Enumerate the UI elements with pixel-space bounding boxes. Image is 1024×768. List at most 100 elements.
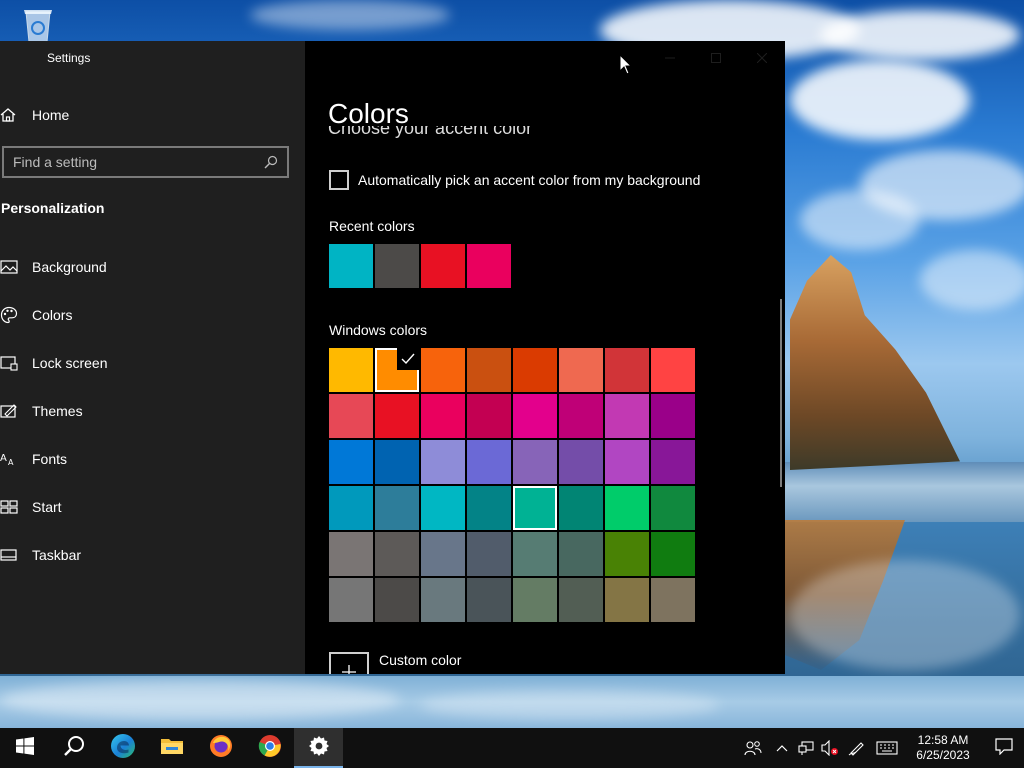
windows-color-swatch[interactable] <box>513 348 557 392</box>
sidebar-item-lock-screen[interactable]: Lock screen <box>0 349 300 377</box>
home-label: Home <box>32 107 70 123</box>
scrollbar[interactable] <box>780 299 782 487</box>
windows-color-swatch[interactable] <box>421 578 465 622</box>
maximize-button[interactable] <box>693 41 739 75</box>
sidebar-item-fonts[interactable]: AA Fonts <box>0 445 300 473</box>
recent-colors-label: Recent colors <box>329 218 415 234</box>
custom-color-button[interactable]: Custom color <box>329 650 461 674</box>
keyboard-icon[interactable] <box>872 728 902 768</box>
windows-color-swatch[interactable] <box>651 578 695 622</box>
folder-icon <box>160 736 184 761</box>
windows-color-swatch[interactable] <box>375 440 419 484</box>
taskbar-icon <box>0 545 24 565</box>
windows-color-swatch[interactable] <box>651 348 695 392</box>
taskbar-firefox-button[interactable] <box>196 728 245 768</box>
search-icon <box>63 735 85 762</box>
windows-color-swatch[interactable] <box>651 532 695 576</box>
windows-color-swatch[interactable] <box>559 578 603 622</box>
windows-color-swatch-selected[interactable] <box>375 348 419 392</box>
system-tray: 12:58 AM 6/25/2023 <box>736 728 1024 768</box>
sidebar-item-start[interactable]: Start <box>0 493 300 521</box>
windows-color-swatch[interactable] <box>467 486 511 530</box>
windows-color-swatch[interactable] <box>651 440 695 484</box>
taskbar-settings-button[interactable] <box>294 728 343 768</box>
windows-color-swatch[interactable] <box>375 394 419 438</box>
action-center-button[interactable] <box>984 728 1024 768</box>
windows-color-swatch[interactable] <box>605 578 649 622</box>
windows-color-swatch[interactable] <box>559 394 603 438</box>
pen-icon[interactable] <box>842 728 872 768</box>
accent-color-heading-text: Choose your accent color <box>328 126 533 138</box>
windows-color-swatch[interactable] <box>513 532 557 576</box>
windows-color-swatch[interactable] <box>605 348 649 392</box>
windows-color-swatch[interactable] <box>651 394 695 438</box>
themes-icon <box>0 401 24 421</box>
windows-color-swatch[interactable] <box>559 486 603 530</box>
windows-color-swatch[interactable] <box>605 532 649 576</box>
windows-color-swatch[interactable] <box>605 440 649 484</box>
windows-color-swatch[interactable] <box>421 348 465 392</box>
windows-color-swatch[interactable] <box>467 440 511 484</box>
people-icon[interactable] <box>736 728 770 768</box>
windows-color-swatch[interactable] <box>329 348 373 392</box>
windows-color-swatch[interactable] <box>513 440 557 484</box>
network-icon[interactable] <box>794 728 818 768</box>
volume-muted-icon[interactable] <box>818 728 842 768</box>
sidebar-item-label: Start <box>32 499 62 515</box>
recent-color-swatch[interactable] <box>375 244 419 288</box>
windows-color-swatch[interactable] <box>375 578 419 622</box>
window-controls <box>647 41 785 75</box>
recent-color-swatch[interactable] <box>421 244 465 288</box>
taskbar-edge-button[interactable] <box>98 728 147 768</box>
search-box[interactable] <box>2 146 289 178</box>
home-nav-item[interactable]: Home <box>0 101 300 129</box>
windows-color-swatch[interactable] <box>375 486 419 530</box>
windows-color-swatch[interactable] <box>329 578 373 622</box>
clock-time: 12:58 AM <box>917 733 969 747</box>
windows-color-swatch[interactable] <box>329 532 373 576</box>
windows-color-swatch[interactable] <box>329 440 373 484</box>
windows-color-swatch[interactable] <box>605 394 649 438</box>
windows-color-swatch[interactable] <box>467 394 511 438</box>
taskbar-chrome-button[interactable] <box>245 728 294 768</box>
recycle-bin-icon[interactable] <box>18 8 58 44</box>
windows-color-swatch[interactable] <box>513 578 557 622</box>
windows-color-swatch[interactable] <box>605 486 649 530</box>
windows-color-swatch[interactable] <box>559 348 603 392</box>
windows-color-swatch[interactable] <box>559 440 603 484</box>
sidebar-item-themes[interactable]: Themes <box>0 397 300 425</box>
windows-color-swatch[interactable] <box>467 578 511 622</box>
custom-color-label: Custom color <box>379 652 462 668</box>
windows-color-swatch[interactable] <box>375 532 419 576</box>
windows-color-swatch[interactable] <box>421 532 465 576</box>
taskbar-file-explorer-button[interactable] <box>147 728 196 768</box>
windows-color-swatch[interactable] <box>421 440 465 484</box>
chevron-up-icon[interactable] <box>770 728 794 768</box>
auto-accent-option[interactable]: Automatically pick an accent color from … <box>329 170 700 190</box>
windows-color-swatch[interactable] <box>329 394 373 438</box>
windows-color-swatch[interactable] <box>513 394 557 438</box>
sidebar-item-background[interactable]: Background <box>0 253 300 281</box>
recent-color-swatch[interactable] <box>329 244 373 288</box>
sidebar-item-taskbar[interactable]: Taskbar <box>0 541 300 569</box>
windows-color-swatch[interactable] <box>329 486 373 530</box>
windows-color-swatch[interactable] <box>467 348 511 392</box>
windows-color-swatch[interactable] <box>559 532 603 576</box>
clock[interactable]: 12:58 AM 6/25/2023 <box>908 733 978 763</box>
close-button[interactable] <box>739 41 785 75</box>
search-icon[interactable] <box>259 150 283 174</box>
home-icon <box>0 105 24 125</box>
taskbar-search-button[interactable] <box>49 728 98 768</box>
windows-color-swatch[interactable] <box>513 486 557 530</box>
palette-icon <box>0 305 24 325</box>
start-button[interactable] <box>0 728 49 768</box>
sidebar-item-colors[interactable]: Colors <box>0 301 300 329</box>
auto-accent-checkbox[interactable] <box>329 170 349 190</box>
windows-color-swatch[interactable] <box>651 486 695 530</box>
windows-color-swatch[interactable] <box>421 486 465 530</box>
minimize-button[interactable] <box>647 41 693 75</box>
windows-color-swatch[interactable] <box>467 532 511 576</box>
recent-color-swatch[interactable] <box>467 244 511 288</box>
windows-color-swatch[interactable] <box>421 394 465 438</box>
search-input[interactable] <box>4 154 259 170</box>
